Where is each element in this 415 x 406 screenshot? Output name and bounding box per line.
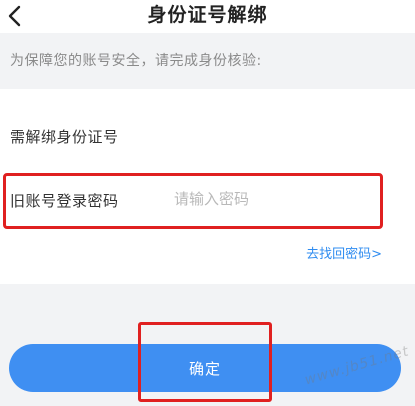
- page-title: 身份证号解绑: [147, 4, 268, 26]
- forgot-password-link[interactable]: 去找回密码>: [306, 243, 382, 262]
- security-hint-text: 为保障您的账号安全，请完成身份核验:: [10, 53, 262, 69]
- old-password-label: 旧账号登录密码: [10, 192, 119, 210]
- id-number-label: 需解绑身份证号: [10, 128, 119, 146]
- old-password-input[interactable]: [174, 184, 374, 214]
- top-nav-bar: 身份证号解绑: [0, 0, 415, 33]
- unbind-form: 需解绑身份证号 旧账号登录密码 去找回密码>: [0, 89, 415, 284]
- password-row: 旧账号登录密码: [0, 171, 415, 231]
